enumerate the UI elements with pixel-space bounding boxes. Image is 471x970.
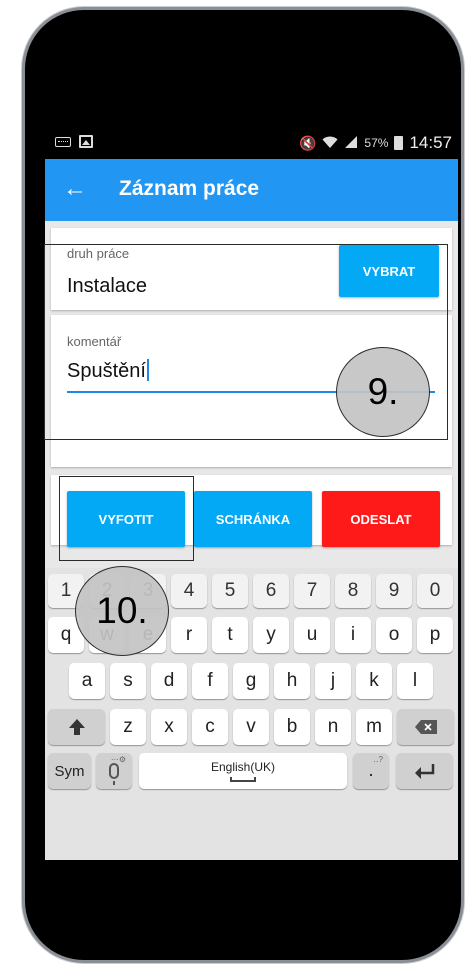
key-d[interactable]: d — [151, 663, 187, 699]
key-9[interactable]: 9 — [376, 574, 412, 608]
key-u[interactable]: u — [294, 617, 330, 653]
page-title: Záznam práce — [119, 177, 260, 200]
annotation-step9: 9. — [336, 347, 430, 437]
key-f[interactable]: f — [192, 663, 228, 699]
microphone-icon — [109, 763, 119, 785]
key-l[interactable]: l — [397, 663, 433, 699]
enter-return-icon — [414, 764, 434, 779]
key-n[interactable]: n — [315, 709, 351, 745]
annotation-frame-step10 — [59, 476, 194, 561]
space-language-label: English(UK) — [210, 759, 276, 774]
key-h[interactable]: h — [274, 663, 310, 699]
key-4[interactable]: 4 — [171, 574, 207, 608]
key-r[interactable]: r — [171, 617, 207, 653]
key-t[interactable]: t — [212, 617, 248, 653]
voice-input-key[interactable]: ⋯⚙ — [96, 753, 132, 789]
key-m[interactable]: m — [356, 709, 392, 745]
key-p[interactable]: p — [417, 617, 453, 653]
key-s[interactable]: s — [110, 663, 146, 699]
key-g[interactable]: g — [233, 663, 269, 699]
key-6[interactable]: 6 — [253, 574, 289, 608]
key-c[interactable]: c — [192, 709, 228, 745]
key-i[interactable]: i — [335, 617, 371, 653]
key-8[interactable]: 8 — [335, 574, 371, 608]
key-o[interactable]: o — [376, 617, 412, 653]
wifi-icon — [322, 135, 338, 152]
annotation-step10: 10. — [75, 566, 169, 656]
signal-icon — [344, 135, 358, 152]
key-7[interactable]: 7 — [294, 574, 330, 608]
sym-key[interactable]: Sym — [48, 753, 91, 789]
key-k[interactable]: k — [356, 663, 392, 699]
key-y[interactable]: y — [253, 617, 289, 653]
status-bar: 🔇 57% 14:57 — [45, 127, 458, 159]
clock: 14:57 — [409, 133, 452, 152]
clipboard-button[interactable]: SCHRÁNKA — [194, 491, 312, 547]
arrow-left-icon[interactable]: ← — [63, 175, 87, 203]
enter-key[interactable] — [396, 753, 453, 789]
battery-percent: 57% — [364, 136, 389, 150]
space-bar-icon — [230, 776, 256, 782]
key-5[interactable]: 5 — [212, 574, 248, 608]
key-0[interactable]: 0 — [417, 574, 453, 608]
send-button[interactable]: ODESLAT — [322, 491, 440, 547]
key-z[interactable]: z — [110, 709, 146, 745]
shift-arrow-icon — [68, 719, 85, 735]
backspace-key[interactable] — [397, 709, 454, 745]
mute-icon: 🔇 — [298, 134, 317, 151]
key-v[interactable]: v — [233, 709, 269, 745]
key-a[interactable]: a — [69, 663, 105, 699]
punctuation-hint: ‥? — [373, 755, 383, 764]
key-x[interactable]: x — [151, 709, 187, 745]
backspace-icon — [414, 720, 437, 734]
key-j[interactable]: j — [315, 663, 351, 699]
app-bar: ← Záznam práce — [45, 159, 458, 221]
shift-key[interactable] — [48, 709, 105, 745]
image-notification-icon — [79, 135, 93, 148]
battery-icon — [394, 136, 404, 150]
keyboard-notification-icon — [55, 136, 71, 147]
period-key[interactable]: ‥? . — [353, 753, 389, 789]
key-b[interactable]: b — [274, 709, 310, 745]
space-key[interactable]: English(UK) — [139, 753, 347, 789]
